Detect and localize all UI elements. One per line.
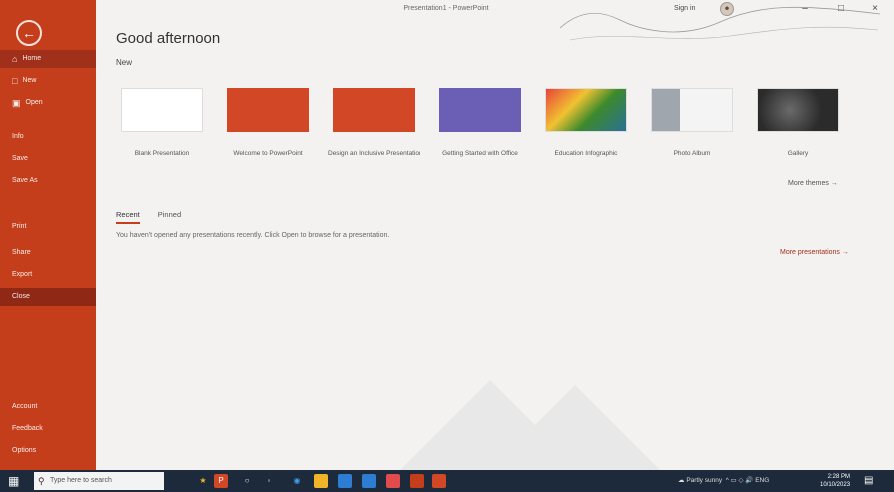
main-content: Good afternoon New Blank Presentation We… — [96, 20, 894, 470]
template-thumbnail — [333, 88, 415, 132]
powerpoint-icon[interactable]: P — [214, 474, 228, 488]
sidebar-item-home[interactable]: ⌂ Home — [0, 50, 96, 68]
store-icon[interactable] — [338, 474, 352, 488]
template-infographic[interactable]: Education Infographic — [540, 88, 632, 157]
avatar[interactable]: ☻ — [720, 2, 734, 16]
document-title: Presentation1 - PowerPoint — [403, 5, 489, 12]
template-name: Getting Started with Office — [442, 150, 518, 157]
task-view-icon[interactable]: ○ — [240, 474, 254, 488]
sidebar-item-options[interactable]: Options — [0, 442, 96, 460]
home-icon: ⌂ — [12, 54, 18, 64]
sidebar-item-open[interactable]: ▣ Open — [0, 94, 96, 112]
search-icon: ⚲ — [38, 476, 45, 486]
template-thumbnail — [757, 88, 839, 132]
template-getting-started[interactable]: Getting Started with Office — [434, 88, 526, 157]
taskbar-search-box[interactable]: ⚲ Type here to search — [34, 472, 164, 490]
maximize-icon[interactable]: □ — [832, 2, 850, 16]
template-blank[interactable]: Blank Presentation — [116, 88, 208, 157]
template-thumbnail — [121, 88, 203, 132]
sidebar-item-save-as[interactable]: Save As — [0, 172, 96, 190]
title-bar: Presentation1 - PowerPoint Sign in ☻ – □… — [96, 0, 894, 20]
sidebar-item-account[interactable]: Account — [0, 398, 96, 416]
template-thumbnail — [651, 88, 733, 132]
pdf-icon[interactable] — [432, 474, 446, 488]
tab-pinned[interactable]: Pinned — [158, 210, 181, 224]
search-placeholder: Type here to search — [50, 477, 112, 484]
template-photo-album[interactable]: Photo Album — [646, 88, 738, 157]
tab-recent[interactable]: Recent — [116, 210, 140, 224]
sidebar-item-export[interactable]: Export — [0, 266, 96, 284]
notification-icon[interactable]: ▤ — [864, 475, 873, 486]
powerpoint-running-icon[interactable] — [410, 474, 424, 488]
system-tray-weather[interactable]: ☁ Partly sunny ^ ▭ ◇ 🔊 ENG — [678, 476, 769, 484]
new-section-label: New — [116, 58, 133, 67]
taskbar-clock[interactable]: 2:28 PM 10/10/2023 — [820, 473, 850, 489]
template-gallery-item[interactable]: Gallery — [752, 88, 844, 157]
windows-start-icon[interactable]: ▦ — [8, 475, 19, 487]
template-name: Design an Inclusive Presentation — [328, 150, 420, 157]
sidebar-item-new[interactable]: □ New — [0, 72, 96, 90]
pinned-app-icon[interactable]: ★ — [196, 474, 210, 488]
page-title: Good afternoon — [116, 30, 221, 47]
file-explorer-icon[interactable] — [314, 474, 328, 488]
more-presentations-link[interactable]: More presentations → — [780, 249, 849, 256]
template-welcome[interactable]: Welcome to PowerPoint — [222, 88, 314, 157]
template-thumbnail — [545, 88, 627, 132]
app-icon[interactable] — [386, 474, 400, 488]
template-name: Photo Album — [673, 150, 711, 157]
windows-taskbar: ▦ ⚲ Type here to search ★ P ○ ◦ ◉ ☁ Part… — [0, 470, 894, 492]
edge-icon[interactable]: ◉ — [290, 474, 304, 488]
minimize-icon[interactable]: – — [796, 2, 814, 16]
template-thumbnail — [439, 88, 521, 132]
sidebar-item-share[interactable]: Share — [0, 244, 96, 262]
backstage-sidebar: ← ⌂ Home □ New ▣ Open Info Save Save As Pri… — [0, 0, 96, 470]
sidebar-item-close[interactable]: Close — [0, 288, 96, 306]
sidebar-item-save[interactable]: Save — [0, 150, 96, 168]
back-arrow-icon[interactable]: ← — [16, 20, 42, 46]
sidebar-item-feedback[interactable]: Feedback — [0, 420, 96, 438]
template-name: Blank Presentation — [134, 150, 190, 157]
template-name: Gallery — [787, 150, 809, 157]
template-thumbnail — [227, 88, 309, 132]
sidebar-item-info[interactable]: Info — [0, 128, 96, 146]
recent-pinned-tabs: Recent Pinned — [116, 210, 181, 224]
user-name[interactable]: Sign in — [674, 5, 695, 12]
template-gallery: Blank Presentation Welcome to PowerPoint… — [116, 88, 839, 168]
sidebar-item-print[interactable]: Print — [0, 218, 96, 236]
mail-icon[interactable] — [362, 474, 376, 488]
folder-icon: ▣ — [12, 98, 21, 108]
new-doc-icon: □ — [12, 76, 18, 86]
widgets-icon[interactable]: ◦ — [262, 474, 276, 488]
close-icon[interactable]: × — [866, 2, 884, 16]
template-inclusive[interactable]: Design an Inclusive Presentation — [328, 88, 420, 157]
template-name: Welcome to PowerPoint — [233, 150, 303, 157]
empty-recent-message: You haven't opened any presentations rec… — [116, 232, 390, 239]
more-themes-link[interactable]: More themes → — [788, 180, 838, 187]
template-name: Education Infographic — [554, 150, 618, 157]
